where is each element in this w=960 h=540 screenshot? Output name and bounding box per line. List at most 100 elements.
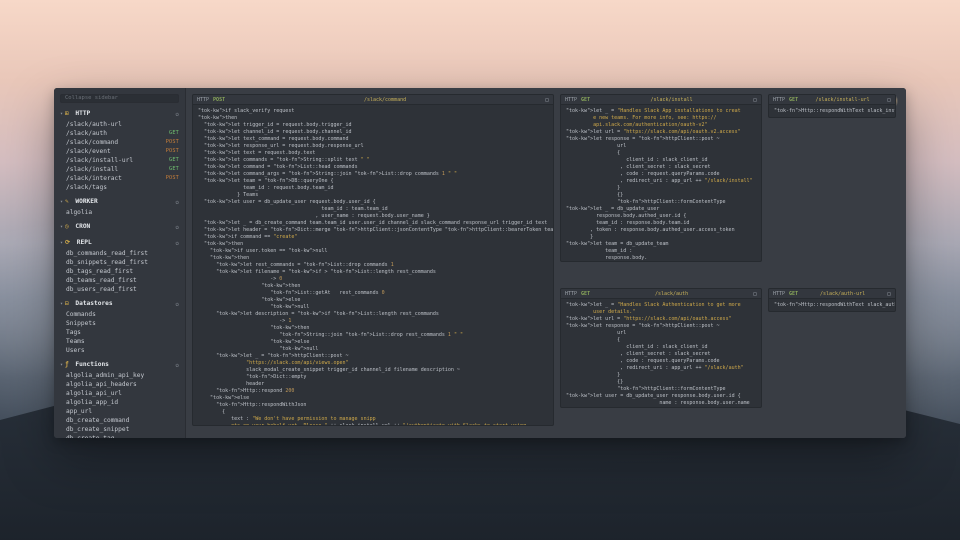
pane-title: /slack/install (594, 97, 749, 103)
datastore-item-label: Snippets (66, 319, 96, 328)
gear-icon[interactable]: ✿ (175, 110, 179, 119)
function-item[interactable]: algolia_api_url (54, 389, 185, 398)
worker-item[interactable]: algolia (54, 208, 185, 217)
repl-item-label: db_tags_read_first (66, 267, 133, 276)
pane-slack-auth[interactable]: HTTP GET /slack/auth "tok-kw">let _ = "H… (560, 288, 762, 408)
section-datastores-label: Datastores (75, 300, 112, 307)
route-path: /slack/auth-url (66, 120, 122, 129)
pane-code[interactable]: "tok-fn">Http::respondWithText slack_ins… (769, 105, 895, 117)
route-item[interactable]: /slack/interactPOST (54, 174, 185, 183)
pane-method: GET (581, 97, 590, 103)
gear-icon[interactable]: ✿ (175, 239, 179, 248)
pane-header[interactable]: HTTP GET /slack/install-url (769, 95, 895, 105)
route-path: /slack/command (66, 138, 118, 147)
function-item[interactable]: app_url (54, 407, 185, 416)
pane-code[interactable]: "tok-kw">if slack_verify request "tok-kw… (193, 105, 553, 425)
pane-slack-install-url[interactable]: HTTP GET /slack/install-url "tok-fn">Htt… (768, 94, 896, 118)
pane-method: GET (789, 97, 798, 103)
pane-code[interactable]: "tok-fn">Http::respondWithText slack_aut… (769, 299, 895, 311)
worker-item-label: algolia (66, 208, 92, 217)
pane-title: /slack/auth (594, 291, 749, 297)
pane-header[interactable]: HTTP GET /slack/auth (561, 289, 761, 299)
section-functions[interactable]: ▾ƒ Functions ✿ (54, 358, 185, 371)
section-http-label: HTTP (75, 110, 90, 117)
function-item-label: db_create_tag (66, 434, 114, 438)
repl-item-label: db_snippets_read_first (66, 258, 148, 267)
route-item[interactable]: /slack/installGET (54, 165, 185, 174)
gear-icon[interactable]: ✿ (175, 223, 179, 232)
pane-title: /slack/command (229, 97, 541, 103)
repl-item[interactable]: db_teams_read_first (54, 276, 185, 285)
route-item[interactable]: /slack/auth-url (54, 120, 185, 129)
route-item[interactable]: /slack/authGET (54, 129, 185, 138)
section-http[interactable]: ▾⊞ HTTP ✿ (54, 107, 185, 120)
datastore-item-label: Tags (66, 328, 81, 337)
function-item[interactable]: algolia_admin_api_key (54, 371, 185, 380)
route-item[interactable]: /slack/eventPOST (54, 147, 185, 156)
function-item[interactable]: db_create_command (54, 416, 185, 425)
pane-menu-icon[interactable] (545, 98, 549, 102)
function-item[interactable]: algolia_api_headers (54, 380, 185, 389)
pane-menu-icon[interactable] (753, 98, 757, 102)
gear-icon[interactable]: ✿ (175, 198, 179, 207)
pane-menu-icon[interactable] (887, 98, 891, 102)
route-path: /slack/interact (66, 174, 122, 183)
route-method: POST (166, 138, 179, 147)
section-repl[interactable]: ▾⟳ REPL ✿ (54, 236, 185, 249)
datastore-item-label: Teams (66, 337, 85, 346)
datastore-item[interactable]: Teams (54, 337, 185, 346)
function-item[interactable]: db_create_snippet (54, 425, 185, 434)
caret-down-icon: ▾ (60, 111, 63, 117)
pane-protocol: HTTP (565, 291, 577, 297)
datastore-item[interactable]: Commands (54, 310, 185, 319)
section-cron[interactable]: ▾◷ CRON ✿ (54, 220, 185, 233)
route-item[interactable]: /slack/command POST (54, 138, 185, 147)
pane-code[interactable]: "tok-kw">let _ = "Handles Slack App inst… (561, 105, 761, 261)
pane-slack-auth-url[interactable]: HTTP GET /slack/auth-url "tok-fn">Http::… (768, 288, 896, 312)
function-item-label: db_create_command (66, 416, 129, 425)
function-item[interactable]: db_create_tag (54, 434, 185, 438)
route-path: /slack/event (66, 147, 111, 156)
route-item[interactable]: /slack/install-urlGET (54, 156, 185, 165)
repl-item[interactable]: db_commands_read_first (54, 249, 185, 258)
sidebar: Collapse sidebar ▾⊞ HTTP ✿ /slack/auth-u… (54, 88, 186, 438)
app-window: Collapse sidebar ▾⊞ HTTP ✿ /slack/auth-u… (54, 88, 906, 438)
pane-header[interactable]: HTTP GET /slack/install (561, 95, 761, 105)
section-worker[interactable]: ▾✎ WORKER ✿ (54, 195, 185, 208)
datastore-item[interactable]: Users (54, 346, 185, 355)
pane-menu-icon[interactable] (753, 292, 757, 296)
section-repl-label: REPL (77, 239, 92, 246)
pane-menu-icon[interactable] (887, 292, 891, 296)
section-worker-label: WORKER (75, 198, 97, 205)
caret-down-icon: ▾ (60, 240, 63, 246)
sidebar-search[interactable]: Collapse sidebar (60, 94, 179, 103)
route-item[interactable]: /slack/tags (54, 183, 185, 192)
route-method: GET (169, 156, 179, 165)
section-cron-label: CRON (75, 223, 90, 230)
function-item[interactable]: algolia_app_id (54, 398, 185, 407)
repl-item-label: db_users_read_first (66, 285, 137, 294)
gear-icon[interactable]: ✿ (175, 361, 179, 370)
pane-method: GET (789, 291, 798, 297)
canvas-area[interactable]: HTTP POST /slack/command "tok-kw">if sla… (186, 88, 906, 438)
http-icon: ⊞ (65, 110, 69, 117)
datastore-item[interactable]: Tags (54, 328, 185, 337)
repl-item[interactable]: db_tags_read_first (54, 267, 185, 276)
repl-icon: ⟳ (65, 239, 70, 246)
repl-item[interactable]: db_users_read_first (54, 285, 185, 294)
caret-down-icon: ▾ (60, 301, 63, 307)
repl-item[interactable]: db_snippets_read_first (54, 258, 185, 267)
pane-code[interactable]: "tok-kw">let _ = "Handles Slack Authenti… (561, 299, 761, 407)
function-item-label: algolia_api_headers (66, 380, 137, 389)
pane-title: /slack/auth-url (802, 291, 883, 297)
gear-icon[interactable]: ✿ (175, 300, 179, 309)
pane-header[interactable]: HTTP GET /slack/auth-url (769, 289, 895, 299)
section-datastores[interactable]: ▾⊟ Datastores ✿ (54, 297, 185, 310)
pane-slack-command[interactable]: HTTP POST /slack/command "tok-kw">if sla… (192, 94, 554, 426)
repl-item-label: db_teams_read_first (66, 276, 137, 285)
pane-slack-install[interactable]: HTTP GET /slack/install "tok-kw">let _ =… (560, 94, 762, 262)
datastore-item[interactable]: Snippets (54, 319, 185, 328)
pane-title: /slack/install-url (802, 97, 883, 103)
pane-header[interactable]: HTTP POST /slack/command (193, 95, 553, 105)
worker-icon: ✎ (65, 198, 69, 205)
